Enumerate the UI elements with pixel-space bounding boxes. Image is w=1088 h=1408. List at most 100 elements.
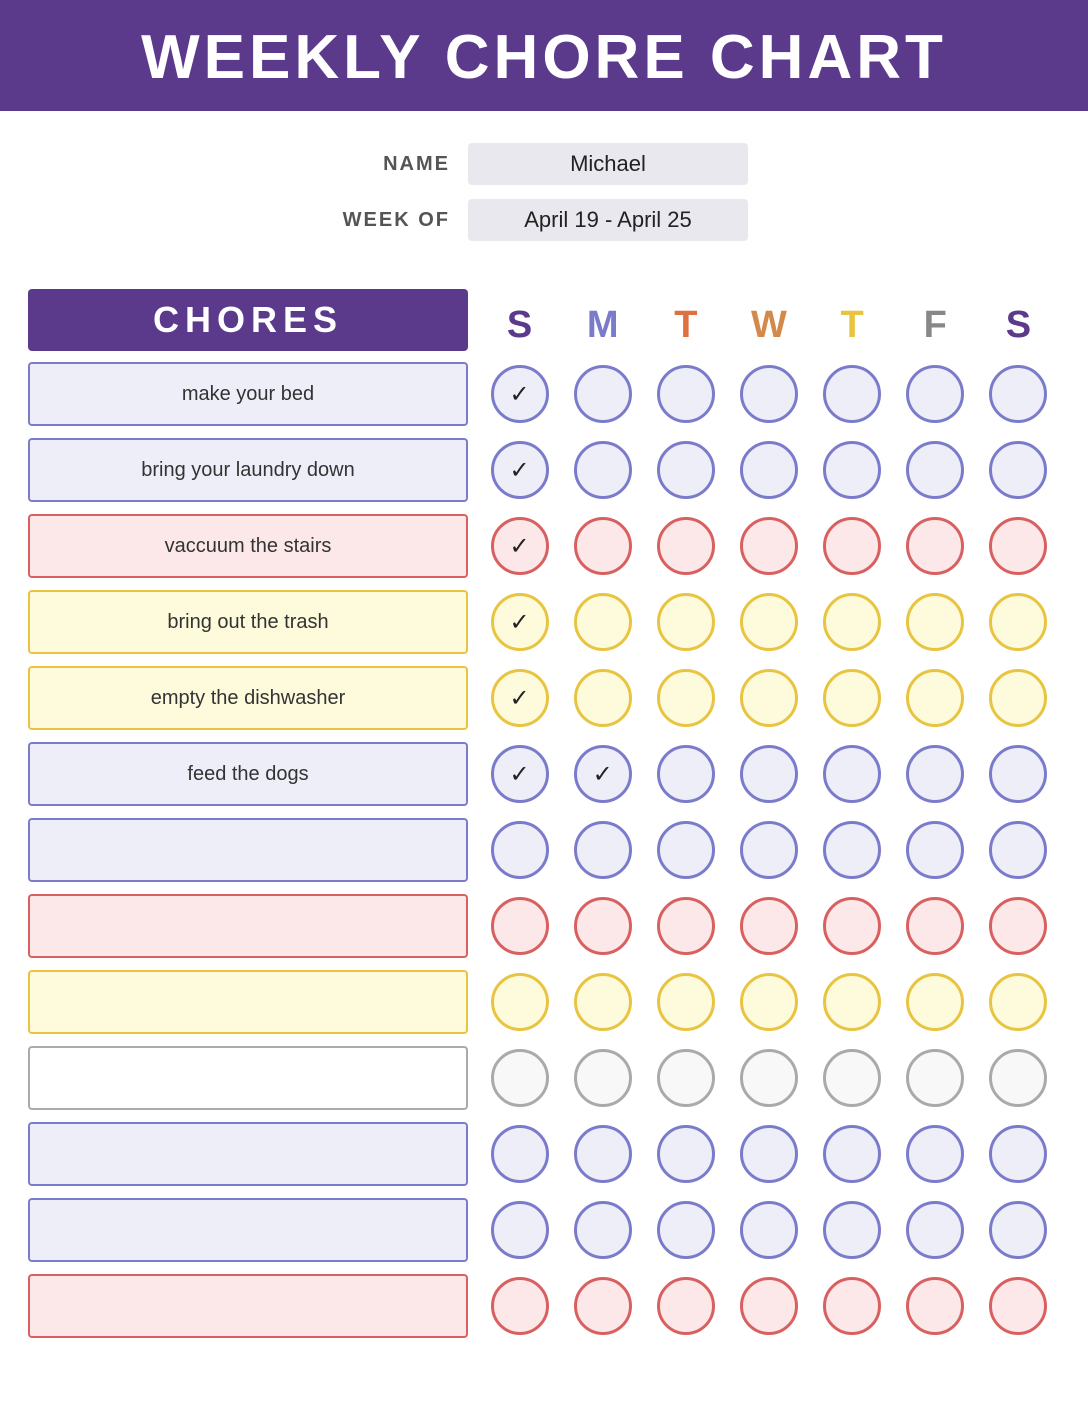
- circle-3-3[interactable]: [740, 593, 798, 651]
- chore-cell-7[interactable]: [28, 894, 468, 958]
- circle-5-0[interactable]: ✓: [491, 745, 549, 803]
- circle-10-4[interactable]: [823, 1125, 881, 1183]
- circle-0-3[interactable]: [740, 365, 798, 423]
- circle-2-6[interactable]: [989, 517, 1047, 575]
- circle-11-6[interactable]: [989, 1201, 1047, 1259]
- chore-cell-1[interactable]: bring your laundry down: [28, 438, 468, 502]
- circle-7-0[interactable]: [491, 897, 549, 955]
- circle-0-6[interactable]: [989, 365, 1047, 423]
- circle-4-3[interactable]: [740, 669, 798, 727]
- circle-11-1[interactable]: [574, 1201, 632, 1259]
- circle-1-5[interactable]: [906, 441, 964, 499]
- circle-4-0[interactable]: ✓: [491, 669, 549, 727]
- circle-4-2[interactable]: [657, 669, 715, 727]
- circle-10-6[interactable]: [989, 1125, 1047, 1183]
- circle-1-2[interactable]: [657, 441, 715, 499]
- circle-0-1[interactable]: [574, 365, 632, 423]
- circle-3-6[interactable]: [989, 593, 1047, 651]
- circle-1-0[interactable]: ✓: [491, 441, 549, 499]
- circle-9-1[interactable]: [574, 1049, 632, 1107]
- circle-7-2[interactable]: [657, 897, 715, 955]
- circle-12-6[interactable]: [989, 1277, 1047, 1335]
- circle-2-5[interactable]: [906, 517, 964, 575]
- circle-11-0[interactable]: [491, 1201, 549, 1259]
- circle-11-4[interactable]: [823, 1201, 881, 1259]
- circle-10-3[interactable]: [740, 1125, 798, 1183]
- circle-3-1[interactable]: [574, 593, 632, 651]
- circle-4-4[interactable]: [823, 669, 881, 727]
- circle-0-0[interactable]: ✓: [491, 365, 549, 423]
- circle-0-5[interactable]: [906, 365, 964, 423]
- circle-6-2[interactable]: [657, 821, 715, 879]
- circle-9-5[interactable]: [906, 1049, 964, 1107]
- circle-7-5[interactable]: [906, 897, 964, 955]
- circle-12-2[interactable]: [657, 1277, 715, 1335]
- circle-9-2[interactable]: [657, 1049, 715, 1107]
- circle-8-1[interactable]: [574, 973, 632, 1031]
- circle-8-6[interactable]: [989, 973, 1047, 1031]
- chore-cell-5[interactable]: feed the dogs: [28, 742, 468, 806]
- circle-9-4[interactable]: [823, 1049, 881, 1107]
- chore-cell-0[interactable]: make your bed: [28, 362, 468, 426]
- circle-5-4[interactable]: [823, 745, 881, 803]
- circle-1-1[interactable]: [574, 441, 632, 499]
- circle-5-5[interactable]: [906, 745, 964, 803]
- circle-1-6[interactable]: [989, 441, 1047, 499]
- circle-2-3[interactable]: [740, 517, 798, 575]
- circle-3-0[interactable]: ✓: [491, 593, 549, 651]
- chore-cell-8[interactable]: [28, 970, 468, 1034]
- circle-11-5[interactable]: [906, 1201, 964, 1259]
- chore-cell-11[interactable]: [28, 1198, 468, 1262]
- circle-5-3[interactable]: [740, 745, 798, 803]
- circle-6-0[interactable]: [491, 821, 549, 879]
- circle-12-0[interactable]: [491, 1277, 549, 1335]
- circle-12-5[interactable]: [906, 1277, 964, 1335]
- circle-8-5[interactable]: [906, 973, 964, 1031]
- chore-cell-9[interactable]: [28, 1046, 468, 1110]
- circle-6-4[interactable]: [823, 821, 881, 879]
- circle-6-3[interactable]: [740, 821, 798, 879]
- circle-0-4[interactable]: [823, 365, 881, 423]
- circle-10-5[interactable]: [906, 1125, 964, 1183]
- circle-2-4[interactable]: [823, 517, 881, 575]
- circle-8-4[interactable]: [823, 973, 881, 1031]
- circle-6-1[interactable]: [574, 821, 632, 879]
- circle-2-2[interactable]: [657, 517, 715, 575]
- circle-12-3[interactable]: [740, 1277, 798, 1335]
- chore-cell-3[interactable]: bring out the trash: [28, 590, 468, 654]
- circle-7-4[interactable]: [823, 897, 881, 955]
- circle-7-1[interactable]: [574, 897, 632, 955]
- circle-10-0[interactable]: [491, 1125, 549, 1183]
- circle-4-6[interactable]: [989, 669, 1047, 727]
- circle-9-0[interactable]: [491, 1049, 549, 1107]
- chore-cell-6[interactable]: [28, 818, 468, 882]
- chore-cell-4[interactable]: empty the dishwasher: [28, 666, 468, 730]
- circle-0-2[interactable]: [657, 365, 715, 423]
- chore-cell-10[interactable]: [28, 1122, 468, 1186]
- circle-11-3[interactable]: [740, 1201, 798, 1259]
- circle-8-0[interactable]: [491, 973, 549, 1031]
- circle-3-4[interactable]: [823, 593, 881, 651]
- circle-7-6[interactable]: [989, 897, 1047, 955]
- circle-10-2[interactable]: [657, 1125, 715, 1183]
- circle-12-1[interactable]: [574, 1277, 632, 1335]
- circle-3-2[interactable]: [657, 593, 715, 651]
- chore-cell-12[interactable]: [28, 1274, 468, 1338]
- circle-10-1[interactable]: [574, 1125, 632, 1183]
- circle-4-1[interactable]: [574, 669, 632, 727]
- circle-6-6[interactable]: [989, 821, 1047, 879]
- circle-9-3[interactable]: [740, 1049, 798, 1107]
- circle-12-4[interactable]: [823, 1277, 881, 1335]
- circle-8-3[interactable]: [740, 973, 798, 1031]
- circle-11-2[interactable]: [657, 1201, 715, 1259]
- circle-4-5[interactable]: [906, 669, 964, 727]
- circle-5-1[interactable]: ✓: [574, 745, 632, 803]
- chore-cell-2[interactable]: vaccuum the stairs: [28, 514, 468, 578]
- circle-7-3[interactable]: [740, 897, 798, 955]
- circle-5-6[interactable]: [989, 745, 1047, 803]
- circle-3-5[interactable]: [906, 593, 964, 651]
- circle-1-4[interactable]: [823, 441, 881, 499]
- circle-5-2[interactable]: [657, 745, 715, 803]
- circle-2-0[interactable]: ✓: [491, 517, 549, 575]
- circle-8-2[interactable]: [657, 973, 715, 1031]
